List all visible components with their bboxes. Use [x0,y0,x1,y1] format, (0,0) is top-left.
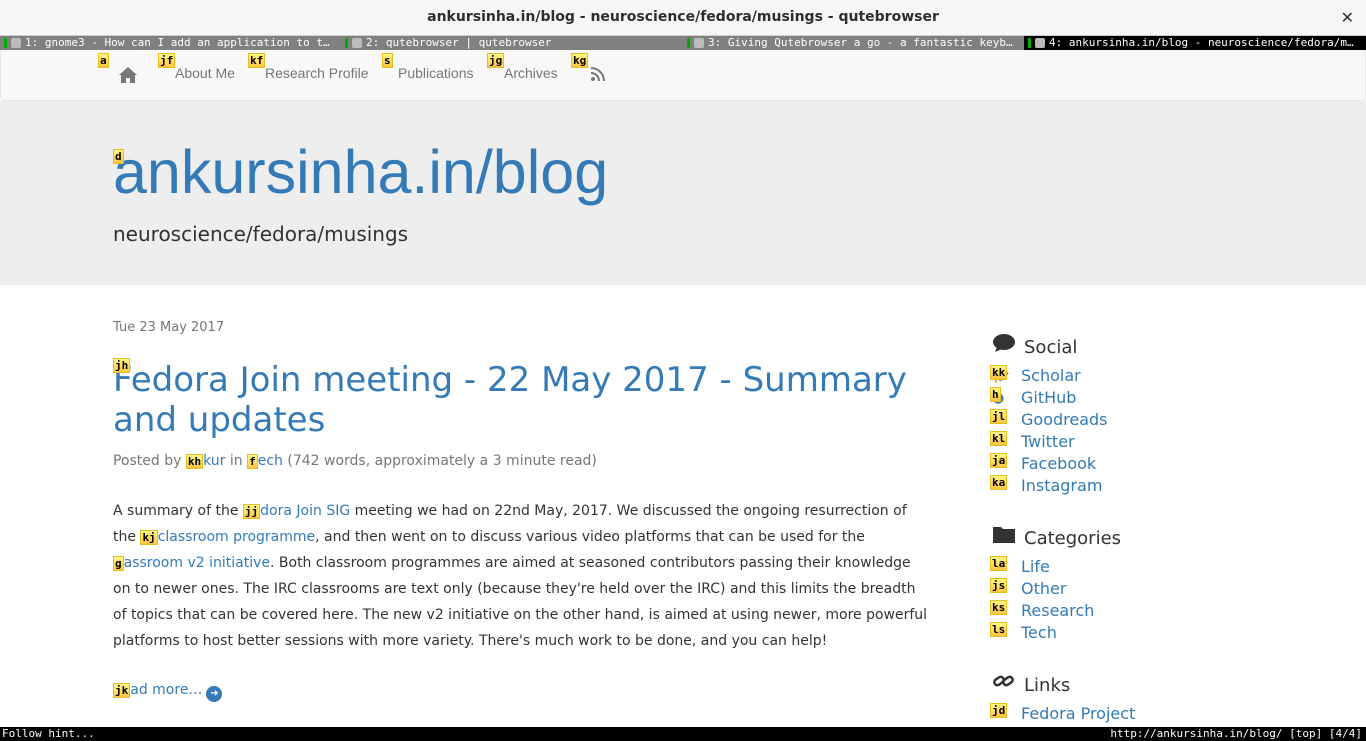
hint-label: f [247,454,258,469]
folder-icon [992,524,1016,549]
hint-label: h [990,387,1001,402]
link-icon [992,671,1016,696]
read-more-label: ad more… [130,682,203,698]
categories-heading-label: Categories [1024,528,1122,549]
hint-label: jg [487,53,505,68]
tab-indicator [1028,38,1031,48]
nav-archives[interactable]: Archives [504,65,558,81]
close-icon[interactable]: ✕ [1341,8,1354,27]
hint-label: kl [990,431,1008,446]
hint-label: js [990,578,1008,593]
hint-label: d [113,149,124,164]
summary-text: , and then went on to discuss various vi… [315,529,865,545]
tab-bar: 1: gnome3 - How can I add an application… [0,36,1366,50]
hint-label: kh [185,454,204,469]
hint-label: s [382,53,393,68]
tab-label: 2: qutebrowser | qutebrowser [366,36,552,49]
navbar: About Me Research Profile Publications A… [0,50,1366,101]
site-title[interactable]: ankursinha.in/blog [113,135,608,209]
tab-label: 3: Giving Qutebrowser a go - a fantastic… [708,36,1013,49]
hint-label: jl [990,409,1008,424]
favicon-icon [352,38,362,48]
tab-4[interactable]: 4: ankursinha.in/blog - neuroscience/fed… [1024,36,1366,50]
post-meta: Posted by kh kur in f ech (742 words, appr… [113,453,597,469]
post-summary: A summary of the jj dora Join SIG meeting… [113,498,928,654]
hint-label: ka [990,475,1008,490]
favicon-icon [1035,38,1045,48]
hint-label: g [113,556,124,571]
arrow-right-icon: ➜ [206,686,223,702]
hint-label: la [990,556,1008,571]
hint-label: kj [140,530,158,545]
post-title[interactable]: Fedora Join meeting - 22 May 2017 - Summ… [113,360,933,440]
links-heading: Links [992,671,1070,696]
hint-label: kg [571,53,589,68]
nav-about-me[interactable]: About Me [175,65,235,81]
home-icon[interactable] [118,66,138,84]
sidebar-link-instagram[interactable]: Instagram [1021,476,1102,495]
hint-label: jd [990,703,1008,718]
comment-icon [992,333,1016,358]
hint-label: ls [990,622,1008,637]
nav-research-profile[interactable]: Research Profile [265,65,369,81]
sidebar-link-twitter[interactable]: Twitter [1021,432,1075,451]
hint-label: jj [242,504,261,519]
links-heading-label: Links [1024,675,1071,696]
rss-icon[interactable] [590,66,606,82]
sidebar-link-goodreads[interactable]: Goodreads [1021,410,1108,429]
hint-label: jf [158,53,176,68]
hint-label: kf [248,53,266,68]
categories-heading: Categories [992,524,1121,549]
social-heading-label: Social [1024,337,1078,358]
meta-suffix: (742 words, approximately a 3 minute rea… [282,453,597,469]
hint-label: ja [990,453,1008,468]
meta-in: in [225,453,248,469]
sidebar-link-scholar[interactable]: Scholar [1021,366,1081,385]
nav-publications[interactable]: Publications [398,65,474,81]
meta-prefix: Posted by [113,453,186,469]
social-heading: Social [992,333,1077,358]
read-more-link[interactable]: jk ad more… ➜ [113,682,223,702]
status-url: http://ankursinha.in/blog/ [top] [4/4] [1110,727,1362,740]
site-subtitle: neuroscience/fedora/musings [113,222,409,246]
hint-label: jk [113,683,131,698]
tab-indicator [687,38,690,48]
sidebar-link-research[interactable]: Research [1021,601,1094,620]
sidebar-link-github[interactable]: GitHub [1021,388,1076,407]
hint-label: jh [113,358,131,373]
tab-label: 1: gnome3 - How can I add an application… [25,36,330,49]
status-mode: Follow hint... [2,727,95,740]
hint-label: kk [990,365,1008,380]
favicon-icon [694,38,704,48]
sidebar-link-fedora-project[interactable]: Fedora Project [1021,704,1135,723]
fedora-join-sig-link[interactable]: dora Join SIG [260,503,350,519]
author-link[interactable]: kur [203,453,225,469]
window-title: ankursinha.in/blog - neuroscience/fedora… [427,9,939,25]
hint-label: a [98,53,109,68]
sidebar-link-other[interactable]: Other [1021,579,1066,598]
classroom-programme-link[interactable]: classroom programme [158,529,315,545]
post-date: Tue 23 May 2017 [113,320,225,335]
hint-label: ks [990,600,1008,615]
status-bar: Follow hint... http://ankursinha.in/blog… [0,727,1366,741]
tab-2[interactable]: 2: qutebrowser | qutebrowser [341,36,683,50]
window-titlebar: ankursinha.in/blog - neuroscience/fedora… [0,0,1366,36]
sidebar-link-tech[interactable]: Tech [1021,623,1057,642]
tab-label: 4: ankursinha.in/blog - neuroscience/fed… [1049,36,1354,49]
classroom-v2-link[interactable]: assroom v2 initiative [124,555,270,571]
tab-1[interactable]: 1: gnome3 - How can I add an application… [0,36,341,50]
sidebar-link-facebook[interactable]: Facebook [1021,454,1096,473]
category-link[interactable]: ech [258,453,283,469]
tab-3[interactable]: 3: Giving Qutebrowser a go - a fantastic… [683,36,1024,50]
summary-text: A summary of the [113,503,243,519]
sidebar-link-life[interactable]: Life [1021,557,1050,576]
tab-indicator [345,38,348,48]
tab-indicator [4,38,7,48]
favicon-icon [11,38,21,48]
